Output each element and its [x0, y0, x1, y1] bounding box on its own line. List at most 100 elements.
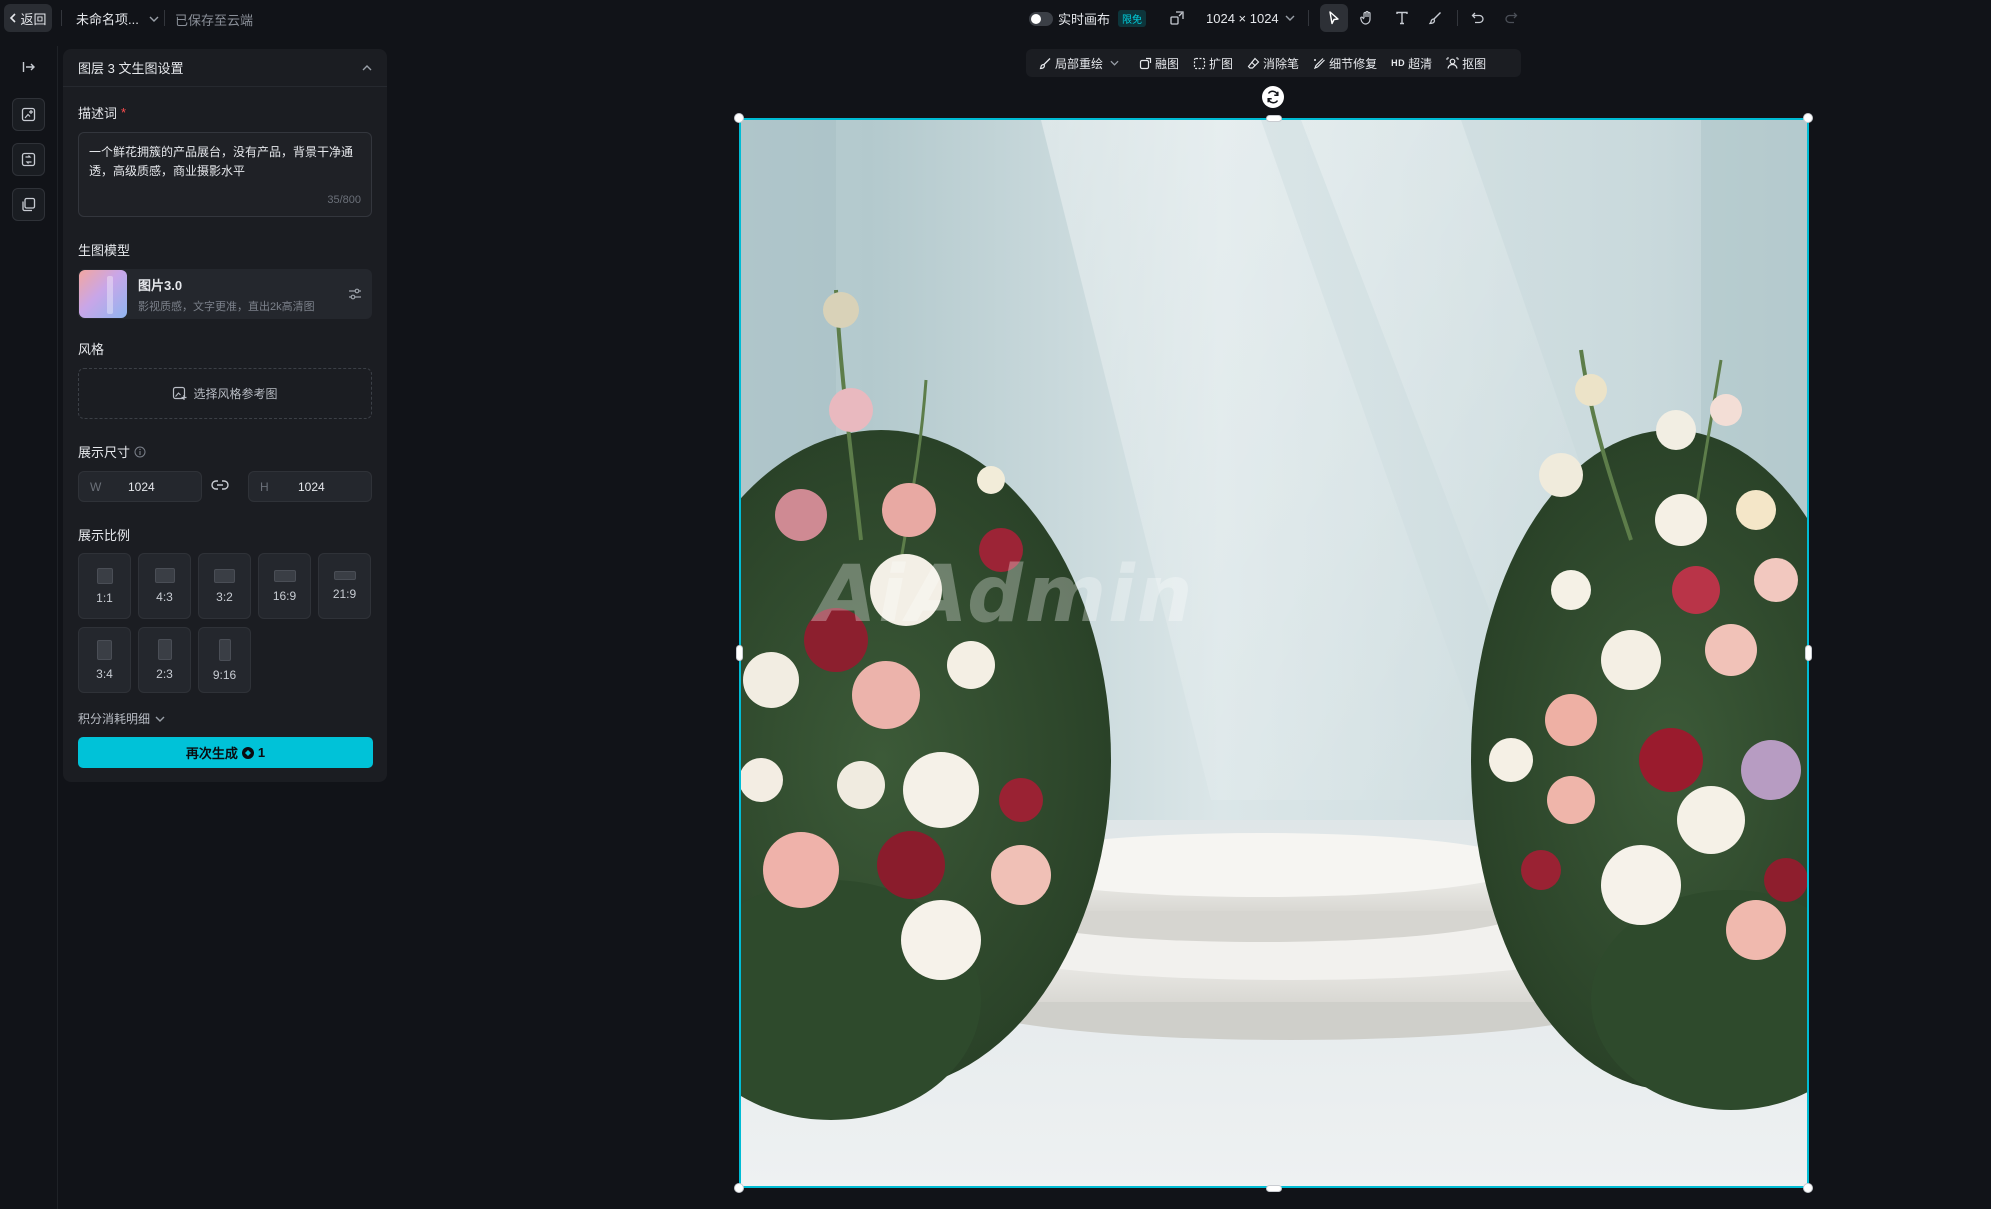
- layer-settings-panel: 图层 3 文生图设置 描述词 * 一个鲜花拥簇的产品展台，没有产品，背景干净通透…: [63, 49, 387, 782]
- resize-handle-left[interactable]: [736, 645, 743, 661]
- redo-button[interactable]: [1497, 4, 1525, 32]
- resize-handle-bottom-left[interactable]: [734, 1183, 744, 1193]
- model-thumbnail: [79, 270, 127, 318]
- resize-handle-bottom-right[interactable]: [1803, 1183, 1813, 1193]
- eraser-label: 消除笔: [1263, 56, 1300, 71]
- local-redraw-icon: [1039, 57, 1051, 69]
- resize-handle-top-left[interactable]: [734, 113, 744, 123]
- resize-handle-bottom[interactable]: [1266, 1185, 1282, 1192]
- ratio-shape: [96, 567, 113, 584]
- brush-tool-button[interactable]: [1421, 4, 1449, 32]
- resize-handle-top-right[interactable]: [1803, 113, 1813, 123]
- model-label: 生图模型: [78, 243, 131, 258]
- credits-detail-toggle[interactable]: 积分消耗明细: [78, 710, 165, 727]
- eraser-button[interactable]: 消除笔: [1240, 49, 1306, 77]
- cutout-button[interactable]: 抠图: [1439, 49, 1493, 77]
- undo-button[interactable]: [1464, 4, 1492, 32]
- select-tool-button[interactable]: [1320, 4, 1348, 32]
- detail-fix-icon: [1313, 57, 1325, 69]
- model-settings-button[interactable]: [338, 288, 372, 300]
- toggle-switch[interactable]: [1029, 11, 1053, 26]
- chevron-down-icon: [1285, 15, 1295, 21]
- regenerate-label: 再次生成: [185, 746, 238, 761]
- resize-handle-top[interactable]: [1266, 115, 1282, 122]
- blend-button[interactable]: 融图: [1132, 49, 1186, 77]
- ratio-option-21-9[interactable]: 21:9: [318, 553, 371, 619]
- local-redraw-label: 局部重绘: [1055, 56, 1104, 71]
- ratio-label: 21:9: [332, 587, 357, 601]
- ratio-option-16-9[interactable]: 16:9: [258, 553, 311, 619]
- local-redraw-button[interactable]: 局部重绘: [1032, 49, 1126, 77]
- canvas-image-layer[interactable]: AiAdmin: [739, 118, 1809, 1188]
- ratio-shape: [154, 568, 175, 583]
- divider: [1308, 10, 1309, 26]
- ratio-option-3-2[interactable]: 3:2: [198, 553, 251, 619]
- expand-icon: [1193, 57, 1206, 69]
- rotate-icon: [1267, 90, 1279, 104]
- rail-image-generate-button[interactable]: [12, 98, 45, 131]
- panel-header[interactable]: 图层 3 文生图设置: [63, 49, 387, 87]
- ratio-label: 展示比例: [78, 528, 131, 543]
- ratio-label: 3:2: [216, 589, 233, 604]
- chevron-left-icon: [10, 13, 17, 23]
- project-name-dropdown[interactable]: 未命名项...: [76, 9, 159, 28]
- credit-coin-icon: [241, 746, 254, 759]
- height-value[interactable]: 1024: [298, 480, 325, 494]
- ratio-option-9-16[interactable]: 9:16: [198, 627, 251, 693]
- canvas-size-value: 1024 × 1024: [1206, 10, 1279, 26]
- link-aspect-icon[interactable]: [211, 478, 229, 492]
- ratio-shape: [214, 568, 235, 583]
- expand-panel-icon: [22, 61, 35, 72]
- eraser-icon: [1247, 57, 1260, 69]
- back-button[interactable]: 返回: [4, 4, 52, 32]
- rotate-handle[interactable]: [1262, 86, 1284, 108]
- ratio-option-4-3[interactable]: 4:3: [138, 553, 191, 619]
- model-name: 图片3.0: [138, 277, 183, 293]
- resize-icon: [1170, 11, 1184, 25]
- ratio-shape: [333, 571, 356, 580]
- style-reference-button[interactable]: 选择风格参考图: [78, 368, 372, 419]
- hd-button[interactable]: HD 超清: [1384, 49, 1439, 77]
- size-label: 展示尺寸: [78, 442, 146, 461]
- realtime-canvas-toggle[interactable]: 实时画布 限免: [1029, 9, 1147, 28]
- model-selector[interactable]: 图片3.0 影视质感，文字更准，直出2k高清图: [78, 269, 372, 319]
- rail-layers-button[interactable]: [12, 188, 45, 221]
- brush-icon: [1428, 12, 1441, 25]
- rail-image-to-image-button[interactable]: [12, 143, 45, 176]
- text-tool-button[interactable]: [1388, 4, 1416, 32]
- required-mark: *: [121, 105, 127, 120]
- image-generate-icon: [21, 107, 36, 122]
- expand-label: 扩图: [1209, 56, 1234, 71]
- width-value[interactable]: 1024: [128, 480, 155, 494]
- divider: [164, 10, 165, 26]
- generated-image: [741, 120, 1807, 1186]
- left-rail: [0, 46, 58, 1209]
- cutout-icon: [1446, 57, 1459, 69]
- redo-icon: [1505, 12, 1518, 24]
- expand-button[interactable]: 扩图: [1186, 49, 1240, 77]
- height-input[interactable]: H 1024: [248, 471, 372, 502]
- chevron-up-icon[interactable]: [362, 64, 372, 71]
- prompt-text[interactable]: 一个鲜花拥簇的产品展台，没有产品，背景干净通透，高级质感，商业摄影水平: [89, 143, 359, 181]
- image-to-image-icon: [21, 152, 36, 167]
- info-icon[interactable]: [134, 446, 146, 458]
- ratio-shape: [273, 569, 296, 582]
- back-label: 返回: [20, 11, 47, 27]
- ratio-option-3-4[interactable]: 3:4: [78, 627, 131, 693]
- ratio-label: 16:9: [272, 588, 297, 603]
- add-image-icon: [173, 386, 187, 400]
- ratio-option-1-1[interactable]: 1:1: [78, 553, 131, 619]
- resize-handle-right[interactable]: [1805, 645, 1812, 661]
- canvas-size-selector[interactable]: 1024 × 1024: [1170, 7, 1295, 29]
- hand-tool-button[interactable]: [1353, 4, 1381, 32]
- realtime-label: 实时画布: [1058, 12, 1111, 27]
- watermark-text: AiAdmin: [816, 550, 1195, 640]
- prompt-textarea[interactable]: 一个鲜花拥簇的产品展台，没有产品，背景干净通透，高级质感，商业摄影水平 35/8…: [78, 132, 372, 217]
- regenerate-cost: 1: [257, 745, 266, 760]
- detail-fix-button[interactable]: 细节修复: [1306, 49, 1384, 77]
- regenerate-button[interactable]: 再次生成 1: [78, 737, 373, 768]
- collapse-panel-button[interactable]: [12, 50, 45, 83]
- ratio-option-2-3[interactable]: 2:3: [138, 627, 191, 693]
- free-badge: 限免: [1118, 10, 1147, 27]
- width-input[interactable]: W 1024: [78, 471, 202, 502]
